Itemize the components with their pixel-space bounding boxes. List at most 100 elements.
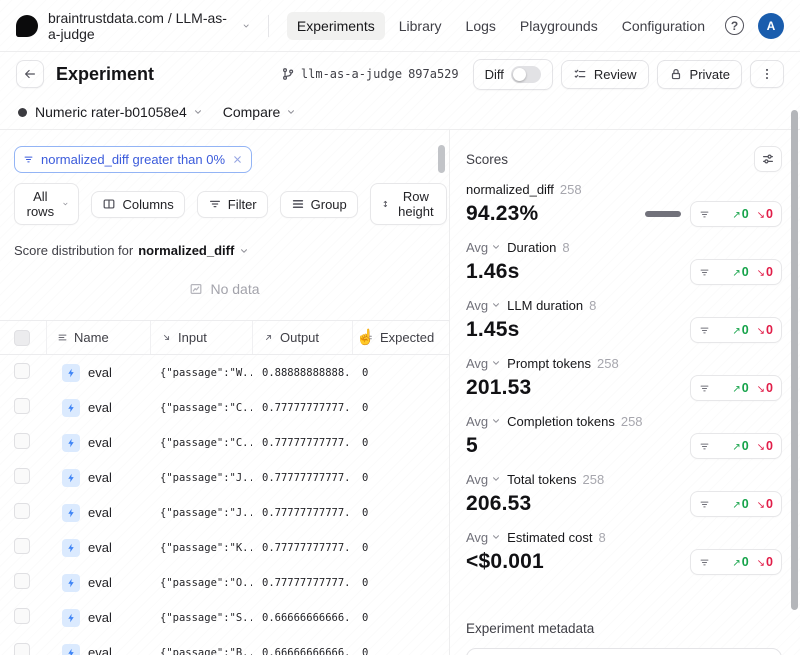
score-filter-control[interactable]: ↗0 ↘0 <box>690 549 782 575</box>
table-row[interactable]: eval {"passage":"W... 0.88888888888... 0 <box>0 355 449 390</box>
scores-settings-button[interactable] <box>754 146 782 172</box>
score-bar <box>645 211 681 217</box>
diff-label: Diff <box>485 67 504 82</box>
distribution-field-selector[interactable]: normalized_diff <box>138 243 234 258</box>
filter-chip[interactable]: normalized_diff greater than 0% <box>14 146 252 173</box>
column-header-name[interactable]: Name <box>46 321 150 354</box>
row-checkbox[interactable] <box>14 608 30 624</box>
avatar[interactable]: A <box>758 13 784 39</box>
score-filter-control[interactable]: ↗0 ↘0 <box>690 259 782 285</box>
score-filter-control[interactable]: ↗0 ↘0 <box>690 433 782 459</box>
nav-tab[interactable]: Playgrounds <box>510 12 608 40</box>
eval-icon <box>62 644 80 655</box>
score-filter-control[interactable]: ↗0 ↘0 <box>690 201 782 227</box>
group-rows-icon <box>291 197 305 211</box>
row-expected: 0 <box>352 437 449 449</box>
distribution-prefix: Score distribution for <box>14 243 133 258</box>
all-rows-label: All rows <box>25 189 56 219</box>
row-checkbox[interactable] <box>14 573 30 589</box>
close-icon[interactable] <box>232 154 243 165</box>
column-label: Output <box>280 330 319 345</box>
table-row[interactable]: eval {"passage":"S... 0.66666666666... 0 <box>0 600 449 635</box>
table-row[interactable]: eval {"passage":"C... 0.77777777777... 0 <box>0 390 449 425</box>
nav-tab[interactable]: Logs <box>456 12 506 40</box>
columns-button[interactable]: Columns <box>91 191 184 218</box>
compare-label: Compare <box>223 104 281 120</box>
aggregation-dropdown[interactable]: Avg <box>466 530 501 545</box>
row-checkbox[interactable] <box>14 538 30 554</box>
score-filter-control[interactable]: ↗0 ↘0 <box>690 491 782 517</box>
row-select-cell <box>0 468 46 487</box>
review-button[interactable]: Review <box>561 60 649 89</box>
back-button[interactable] <box>16 60 44 88</box>
filter-icon <box>23 154 34 165</box>
nav-tab[interactable]: Configuration <box>612 12 715 40</box>
table-row[interactable]: eval {"passage":"K... 0.77777777777... 0 <box>0 530 449 565</box>
nav-divider <box>268 15 269 37</box>
compare-selector[interactable]: Compare <box>223 104 297 120</box>
score-count: 258 <box>621 414 643 429</box>
breadcrumb[interactable]: braintrustdata.com / LLM-as-a-judge <box>48 10 250 42</box>
row-checkbox[interactable] <box>14 398 30 414</box>
row-output: 0.77777777777... <box>252 507 352 519</box>
filter-icon <box>699 325 710 336</box>
diff-toggle[interactable] <box>511 66 541 83</box>
results-panel: normalized_diff greater than 0% All rows… <box>0 130 450 655</box>
row-checkbox[interactable] <box>14 433 30 449</box>
columns-icon <box>102 197 116 211</box>
table-row[interactable]: eval {"passage":"B... 0.66666666666... 0 <box>0 635 449 655</box>
eval-icon <box>62 574 80 592</box>
more-menu-button[interactable] <box>750 60 784 88</box>
aggregation-dropdown[interactable]: Avg <box>466 356 501 371</box>
row-height-button[interactable]: Row height <box>370 183 447 225</box>
row-checkbox[interactable] <box>14 363 30 379</box>
table-row[interactable]: eval {"passage":"J... 0.77777777777... 0 <box>0 460 449 495</box>
score-filter-control[interactable]: ↗0 ↘0 <box>690 317 782 343</box>
private-button[interactable]: Private <box>657 60 742 89</box>
chevron-down-icon <box>242 21 250 31</box>
aggregation-dropdown[interactable]: Avg <box>466 298 501 313</box>
score-value: 206.53 <box>466 492 531 516</box>
row-expected: 0 <box>352 507 449 519</box>
aggregation-dropdown[interactable]: Avg <box>466 414 501 429</box>
help-icon[interactable]: ? <box>725 16 744 35</box>
score-filter-control[interactable]: ↗0 ↘0 <box>690 375 782 401</box>
aggregation-dropdown[interactable]: Avg <box>466 472 501 487</box>
row-select-cell <box>0 573 46 592</box>
group-button[interactable]: Group <box>280 191 358 218</box>
filter-button[interactable]: Filter <box>197 191 268 218</box>
column-label: Input <box>178 330 207 345</box>
filter-icon <box>699 209 710 220</box>
table-row[interactable]: eval {"passage":"O... 0.77777777777... 0 <box>0 565 449 600</box>
score-value: 5 <box>466 434 478 458</box>
score-distribution-label: Score distribution for normalized_diff <box>14 243 435 258</box>
column-header-input[interactable]: Input <box>150 321 252 354</box>
row-expected: 0 <box>352 472 449 484</box>
page-scrollbar[interactable] <box>791 110 798 610</box>
arrow-up-right-icon: ↗ <box>732 500 740 511</box>
row-checkbox[interactable] <box>14 643 30 655</box>
experiment-selector[interactable]: Numeric rater-b01058e4 <box>35 104 203 120</box>
table-toolbar: All rows Columns Filter Group Row <box>14 183 435 225</box>
improvements-count: ↗0 <box>732 323 748 337</box>
row-checkbox[interactable] <box>14 468 30 484</box>
score-block: Avg Estimated cost 8 <$0.001 <box>466 528 782 577</box>
score-count: 8 <box>562 240 569 255</box>
arrow-down-right-icon: ↘ <box>757 384 765 395</box>
table-row[interactable]: eval {"passage":"C... 0.77777777777... 0 <box>0 425 449 460</box>
select-all-checkbox[interactable] <box>14 330 30 346</box>
nav-tab[interactable]: Experiments <box>287 12 385 40</box>
all-rows-dropdown[interactable]: All rows <box>14 183 79 225</box>
left-panel-scrollbar[interactable] <box>438 145 445 173</box>
branch-ref[interactable]: llm-as-a-judge 897a529 <box>281 67 459 81</box>
regressions-count: ↘0 <box>757 265 773 279</box>
select-all-cell <box>0 321 46 354</box>
row-checkbox[interactable] <box>14 503 30 519</box>
column-header-output[interactable]: Output <box>252 321 352 354</box>
table-row[interactable]: eval {"passage":"J... 0.77777777777... 0 <box>0 495 449 530</box>
aggregation-dropdown[interactable]: Avg <box>466 240 501 255</box>
score-block: normalized_diff 258 94.23% ↗0 ↘0 <box>466 180 782 229</box>
nav-tab[interactable]: Library <box>389 12 452 40</box>
score-block: Avg Duration 8 1.46s <box>466 238 782 287</box>
diff-toggle-button[interactable]: Diff <box>473 59 553 90</box>
